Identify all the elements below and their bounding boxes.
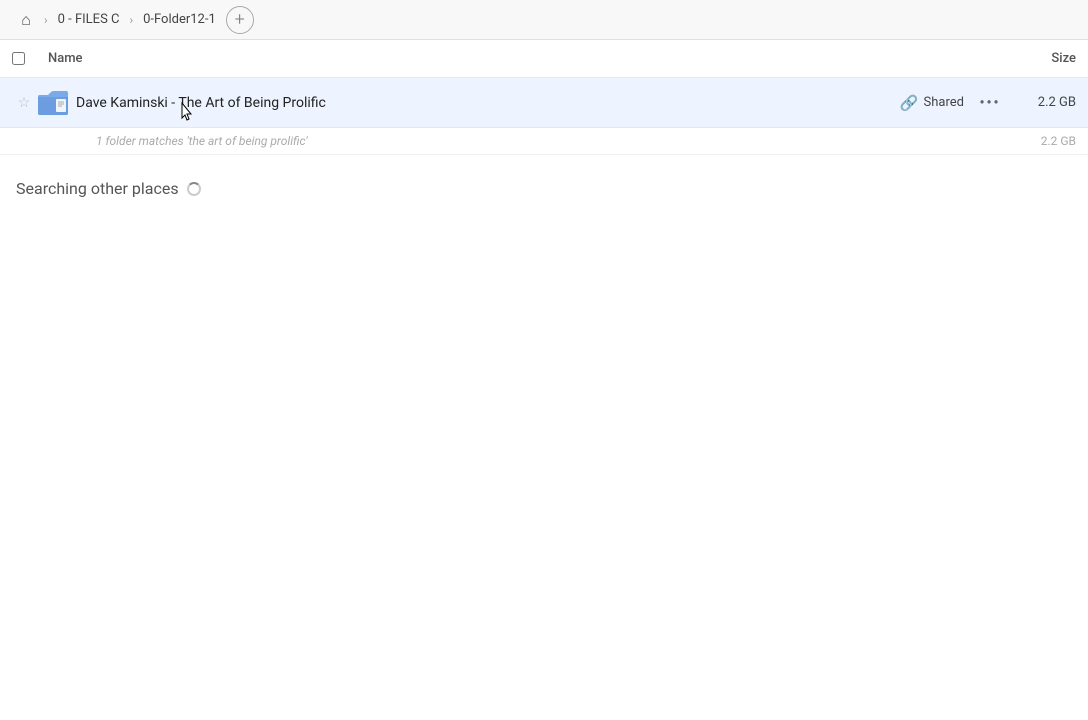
select-all-checkbox-col — [12, 52, 48, 65]
file-list-item[interactable]: ☆ Dave Kaminski - The Art of Being Proli… — [0, 78, 1088, 128]
breadcrumb-bar: ⌂ › 0 - FILES C › 0-Folder12-1 + — [0, 0, 1088, 40]
file-size: 2.2 GB — [1016, 95, 1076, 110]
folder-icon — [38, 89, 70, 117]
home-breadcrumb[interactable]: ⌂ — [12, 6, 40, 34]
match-info-size: 2.2 GB — [1041, 134, 1076, 148]
column-header: Name Size — [0, 40, 1088, 78]
name-column-header: Name — [48, 51, 996, 66]
star-button[interactable]: ☆ — [12, 95, 36, 111]
breadcrumb-item-folder12[interactable]: 0-Folder12-1 — [137, 9, 222, 30]
match-info-row: 1 folder matches 'the art of being proli… — [0, 128, 1088, 155]
file-name: Dave Kaminski - The Art of Being Prolifi… — [72, 95, 900, 111]
star-icon: ☆ — [18, 95, 31, 111]
breadcrumb-chevron-1: › — [44, 13, 48, 27]
match-info-text: 1 folder matches 'the art of being proli… — [96, 134, 1041, 148]
shared-badge: 🔗 Shared — [900, 94, 964, 112]
more-options-button[interactable]: ••• — [976, 89, 1004, 117]
select-all-checkbox[interactable] — [12, 52, 25, 65]
searching-section: Searching other places — [0, 155, 1088, 206]
searching-title: Searching other places — [16, 179, 1072, 198]
size-column-header: Size — [996, 51, 1076, 66]
loading-spinner — [187, 182, 201, 196]
add-breadcrumb-button[interactable]: + — [226, 6, 254, 34]
ellipsis-icon: ••• — [979, 95, 1000, 111]
link-icon: 🔗 — [900, 94, 919, 112]
shared-label: Shared — [924, 95, 964, 110]
home-icon: ⌂ — [21, 10, 31, 30]
folder-icon-col — [36, 89, 72, 117]
breadcrumb-chevron-2: › — [129, 13, 133, 27]
breadcrumb-item-files-c[interactable]: 0 - FILES C — [52, 9, 126, 30]
